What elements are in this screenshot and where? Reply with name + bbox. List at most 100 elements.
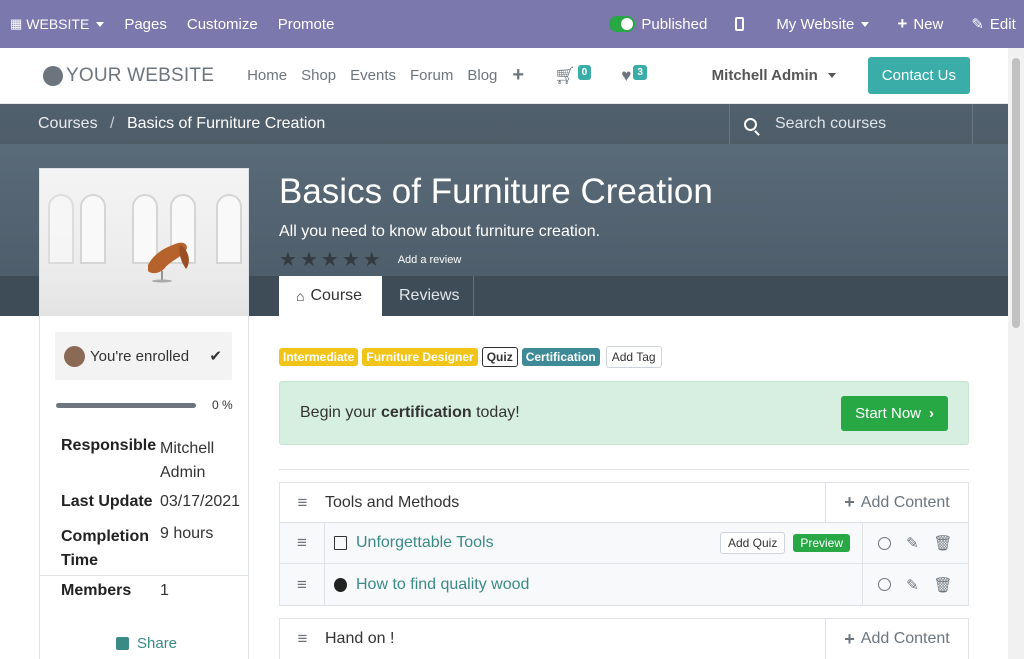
course-section: ≡ Hand on ! + Add Content xyxy=(279,618,969,659)
promote-menu[interactable]: Promote xyxy=(268,0,345,48)
lesson-actions: ✎ 🗑︎ xyxy=(862,522,968,564)
course-title: Basics of Furniture Creation xyxy=(279,172,713,211)
star-icon: ★ xyxy=(362,249,381,271)
star-icon: ★ xyxy=(299,249,318,271)
add-quiz-button[interactable]: Add Quiz xyxy=(719,532,786,554)
page-scrollbar[interactable] xyxy=(1008,48,1024,659)
published-toggle[interactable]: Published xyxy=(599,0,717,48)
website-logo[interactable]: YOUR WEBSITE xyxy=(43,65,214,87)
mobile-icon xyxy=(735,17,745,31)
section-header: ≡ Hand on ! + Add Content xyxy=(280,619,968,659)
info-key: Responsible xyxy=(61,437,157,454)
course-section: ≡ Tools and Methods + Add Content ≡ Unfo… xyxy=(279,482,969,606)
breadcrumb-bar: Courses / Basics of Furniture Creation S… xyxy=(0,104,1008,144)
share-button[interactable]: Share xyxy=(116,635,177,652)
tab-reviews[interactable]: Reviews xyxy=(382,276,474,316)
nav-links: Home Shop Events Forum Blog xyxy=(240,67,504,84)
logo-text: YOUR WEBSITE xyxy=(66,64,215,86)
toggle-switch-icon xyxy=(609,16,636,32)
start-now-label: Start Now xyxy=(855,404,921,422)
progress-percent: 0 % xyxy=(212,398,233,412)
circle-icon[interactable] xyxy=(878,578,892,591)
search-placeholder: Search courses xyxy=(775,115,887,132)
search-courses-input[interactable]: Search courses xyxy=(729,104,973,144)
preview-badge: Preview xyxy=(793,534,850,552)
my-website-menu[interactable]: My Website xyxy=(766,0,879,48)
cart-count-badge: 0 xyxy=(577,64,592,80)
info-value: 9 hours xyxy=(160,525,214,542)
customize-menu[interactable]: Customize xyxy=(177,0,268,48)
tag-badge: Intermediate xyxy=(279,348,359,366)
chevron-down-icon xyxy=(827,73,836,78)
nav-link-shop[interactable]: Shop xyxy=(294,67,343,84)
lesson-actions: ✎ 🗑︎ xyxy=(862,564,968,605)
nav-link-blog[interactable]: Blog xyxy=(460,67,504,84)
home-icon: ⌂ xyxy=(296,288,305,304)
section-title[interactable]: Tools and Methods xyxy=(325,494,825,512)
tag-badge: Quiz xyxy=(481,347,518,367)
star-icon: ★ xyxy=(279,249,297,271)
nav-link-home[interactable]: Home xyxy=(240,67,294,84)
plus-icon: + xyxy=(897,14,908,33)
progress-fill xyxy=(56,403,196,408)
scrollbar-thumb[interactable] xyxy=(1012,58,1020,328)
add-page-icon[interactable]: + xyxy=(512,64,524,87)
start-now-button[interactable]: Start Now › xyxy=(841,395,948,431)
cart-link[interactable]: 🛒︎ 0 xyxy=(554,64,592,86)
plus-icon: + xyxy=(844,628,855,649)
trash-icon[interactable]: 🗑︎ xyxy=(934,576,953,594)
add-content-label: Add Content xyxy=(860,493,950,511)
mobile-preview-button[interactable] xyxy=(725,0,754,48)
info-key: Last Update xyxy=(61,493,153,510)
certification-banner: Begin your certification today! Start No… xyxy=(279,381,969,445)
section-title[interactable]: Hand on ! xyxy=(325,630,825,648)
plus-icon: + xyxy=(844,492,855,512)
enrolled-status: You're enrolled ✔ xyxy=(55,332,232,380)
cert-text-before: Begin your xyxy=(300,404,381,421)
star-icon: ★ xyxy=(320,249,339,271)
add-review-link[interactable]: Add a review xyxy=(398,254,462,266)
website-menu[interactable]: ▦ WEBSITE xyxy=(0,0,114,48)
nav-link-forum[interactable]: Forum xyxy=(403,67,460,84)
nav-link-events[interactable]: Events xyxy=(343,67,403,84)
breadcrumb-courses[interactable]: Courses xyxy=(38,115,98,132)
check-icon: ✔ xyxy=(209,348,222,365)
course-sidebar: You're enrolled ✔ 0 % Responsible Mitche… xyxy=(39,168,249,659)
drag-handle-icon[interactable]: ≡ xyxy=(280,522,325,564)
new-button[interactable]: + New xyxy=(887,0,953,48)
lesson-link[interactable]: Unforgettable Tools xyxy=(325,534,720,552)
tag-badge: Furniture Designer xyxy=(362,348,478,366)
drag-handle-icon[interactable]: ≡ xyxy=(280,629,325,649)
cert-text-after: today! xyxy=(471,404,520,421)
pencil-icon[interactable]: ✎ xyxy=(906,534,919,552)
user-menu[interactable]: Mitchell Admin xyxy=(712,67,836,84)
drag-handle-icon[interactable]: ≡ xyxy=(280,493,325,513)
enrolled-label: You're enrolled xyxy=(90,347,190,365)
add-content-label: Add Content xyxy=(860,630,950,647)
pencil-icon[interactable]: ✎ xyxy=(906,576,919,594)
circle-icon[interactable] xyxy=(878,536,892,550)
avatar xyxy=(64,345,85,367)
tab-course[interactable]: ⌂ Course xyxy=(279,276,382,316)
pencil-icon: ✎ xyxy=(971,16,984,33)
contact-us-button[interactable]: Contact Us xyxy=(867,57,970,94)
info-value: 1 xyxy=(160,582,169,599)
add-content-button[interactable]: + Add Content xyxy=(825,619,968,659)
add-tag-button[interactable]: Add Tag xyxy=(605,346,662,368)
edit-button[interactable]: ✎ Edit xyxy=(961,0,1024,48)
chair-illustration xyxy=(148,242,189,283)
trash-icon[interactable]: 🗑︎ xyxy=(934,534,953,552)
divider xyxy=(279,469,969,470)
pages-menu[interactable]: Pages xyxy=(114,0,177,48)
tag-badge: Certification xyxy=(521,348,600,366)
course-progress-bar xyxy=(56,403,196,408)
drag-handle-icon[interactable]: ≡ xyxy=(280,564,325,605)
tab-course-label: Course xyxy=(310,287,363,304)
search-icon xyxy=(744,117,757,131)
add-content-button[interactable]: + Add Content xyxy=(825,482,968,523)
wishlist-link[interactable]: ♥ 3 xyxy=(621,64,647,86)
course-image xyxy=(40,169,248,316)
course-subtitle: All you need to know about furniture cre… xyxy=(279,223,601,240)
info-value: Mitchell Admin xyxy=(160,440,215,481)
lesson-link[interactable]: How to find quality wood xyxy=(325,576,862,594)
